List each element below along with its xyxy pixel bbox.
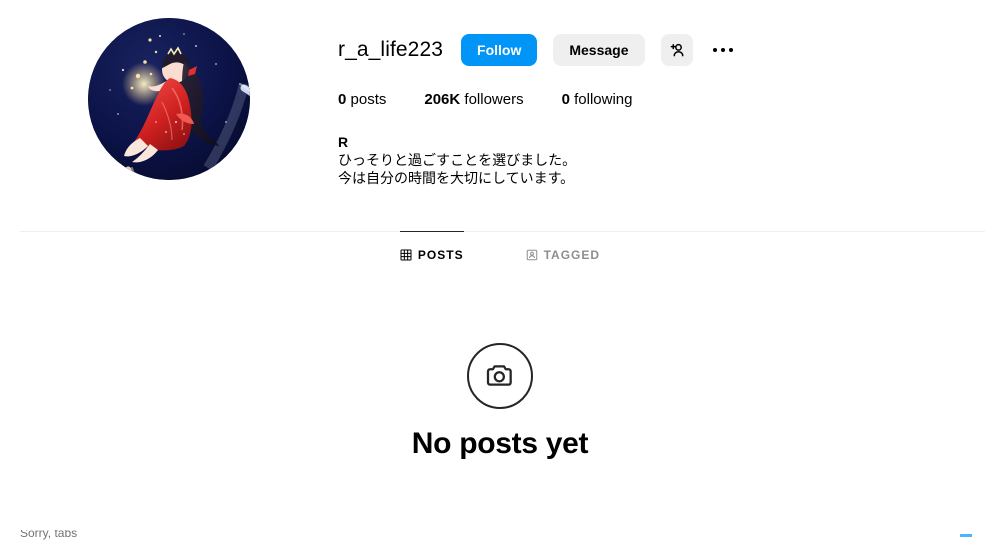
username-row: r_a_life223 Follow Message (338, 34, 1000, 66)
profile-bio: R ひっそりと過ごすことを選びました。 今は自分の時間を大切にしています。 (338, 133, 1000, 187)
avatar[interactable] (88, 18, 250, 180)
tagged-person-icon (526, 249, 537, 261)
camera-icon-circle (467, 343, 533, 409)
stat-followers-label: followers (464, 91, 524, 108)
tab-posts-label: POSTS (417, 248, 464, 262)
more-options-button[interactable] (707, 34, 739, 66)
follow-button[interactable]: Follow (461, 34, 538, 66)
tab-tagged[interactable]: TAGGED (526, 231, 600, 274)
avatar-illustration (88, 18, 250, 180)
profile-tabs: POSTS TAGGED (0, 231, 1000, 274)
more-options-icon (712, 48, 733, 52)
empty-state-title: No posts yet (411, 427, 589, 460)
footer-accent-marker (960, 534, 972, 537)
profile-header: r_a_life223 Follow Message 0 posts 206K … (0, 0, 1000, 187)
footer-cut-label: Sorry, tabs (20, 530, 78, 540)
person-add-button[interactable] (660, 34, 693, 66)
message-button[interactable]: Message (553, 34, 645, 66)
stat-following-value: 0 (561, 91, 570, 108)
stat-followers-value: 206K (424, 91, 461, 108)
bio-display-name: R (338, 134, 349, 150)
tab-tagged-label: TAGGED (543, 248, 601, 262)
stat-followers[interactable]: 206K followers (424, 90, 523, 110)
stat-following-label: following (574, 91, 633, 108)
bio-line-2: 今は自分の時間を大切にしています。 (338, 170, 575, 186)
grid-icon (400, 249, 412, 261)
profile-stats: 0 posts 206K followers 0 following (338, 90, 1000, 110)
person-add-icon (670, 43, 683, 57)
bio-line-1: ひっそりと過ごすことを選びました。 (338, 152, 577, 168)
stat-posts-value: 0 (338, 91, 347, 108)
footer-cut-text: Sorry, tabs (20, 530, 77, 541)
camera-icon (486, 365, 512, 386)
stat-posts-label: posts (350, 91, 387, 108)
stat-following[interactable]: 0 following (562, 90, 633, 110)
page-title: r_a_life223 (338, 38, 444, 61)
tab-posts[interactable]: POSTS (399, 231, 464, 274)
empty-state: No posts yet (0, 343, 1000, 461)
profile-info-column: r_a_life223 Follow Message 0 posts 206K … (338, 18, 1000, 187)
stat-posts: 0 posts (338, 90, 386, 110)
avatar-column (0, 18, 338, 180)
